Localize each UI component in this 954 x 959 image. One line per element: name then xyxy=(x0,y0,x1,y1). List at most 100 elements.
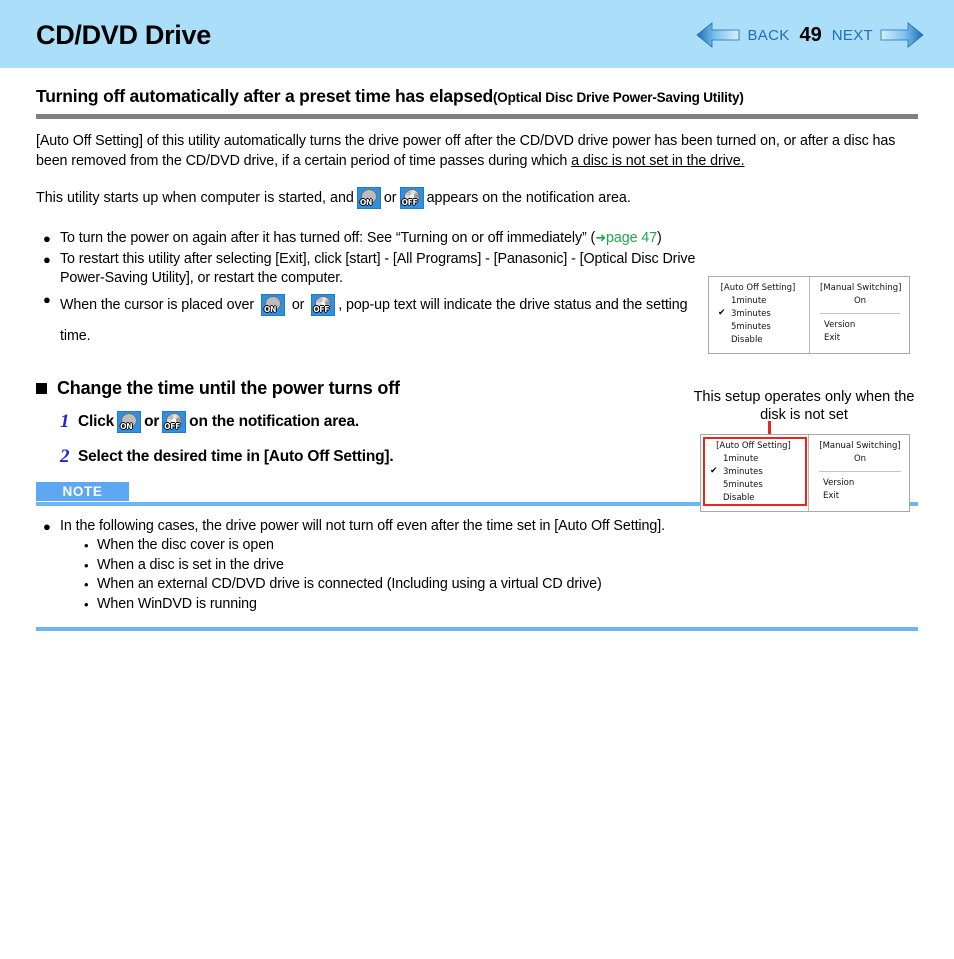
bullet-dot-icon: ● xyxy=(43,518,51,534)
drive-on-icon-label: ON xyxy=(359,198,373,207)
menu-item[interactable]: ✔ 3minutes xyxy=(707,466,800,479)
menu-item[interactable]: ✔ 3minutes xyxy=(715,308,801,321)
note-main-text: In the following cases, the drive power … xyxy=(60,517,665,534)
menu-item-label: 3minutes xyxy=(723,467,763,477)
next-arrow-icon[interactable] xyxy=(880,22,924,48)
intro-paragraph-1: [Auto Off Setting] of this utility autom… xyxy=(36,132,918,171)
bullet-dot-icon: ● xyxy=(43,291,51,307)
menu-item-on[interactable]: On xyxy=(819,453,901,466)
note-sub-text: When an external CD/DVD drive is connect… xyxy=(97,576,602,592)
bullet-text-3-a: When the cursor is placed over xyxy=(60,296,255,313)
note-sub-item: • When an external CD/DVD drive is conne… xyxy=(36,575,918,595)
drive-on-icon: ON xyxy=(260,293,285,316)
note-sub-text: When WinDVD is running xyxy=(97,595,257,612)
menu-item[interactable]: Disable xyxy=(715,334,801,347)
intro-paragraph-1-underlined: a disc is not set in the drive. xyxy=(571,152,745,169)
page-content: Turning off automatically after a preset… xyxy=(0,86,954,631)
step-2-number: 2 xyxy=(60,445,70,467)
page-navigation: BACK 49 NEXT xyxy=(696,22,924,48)
menu-item-label: 1minute xyxy=(731,296,767,306)
menu-item-label: 5minutes xyxy=(731,322,771,332)
check-icon: ✔ xyxy=(718,308,726,318)
menu-separator xyxy=(820,313,900,314)
sub-bullet-icon: • xyxy=(84,596,89,612)
menu-item[interactable]: Disable xyxy=(707,492,800,505)
menu-item[interactable]: 5minutes xyxy=(707,479,800,492)
section-heading: Turning off automatically after a preset… xyxy=(36,86,918,107)
back-label[interactable]: BACK xyxy=(747,27,789,44)
bullet-dot-icon: ● xyxy=(43,251,51,267)
menu-column-auto-off: [Auto Off Setting] 1minute ✔ 3minutes 5m… xyxy=(701,435,808,511)
step-1-text-or: or xyxy=(144,412,160,430)
section-heading-main: Turning off automatically after a preset… xyxy=(36,86,494,106)
menu-item-on[interactable]: On xyxy=(820,295,900,308)
menu-item[interactable]: 5minutes xyxy=(715,321,801,334)
menu-item-version[interactable]: Version xyxy=(820,319,900,332)
menu-title-manual-switching: [Manual Switching] xyxy=(819,441,901,451)
page-link[interactable]: page 47 xyxy=(606,230,657,246)
note-sub-item: • When a disc is set in the drive xyxy=(36,556,918,576)
check-icon: ✔ xyxy=(710,466,718,476)
menu-title-auto-off: [Auto Off Setting] xyxy=(716,441,791,451)
note-sub-text: When the disc cover is open xyxy=(97,537,274,553)
drive-on-icon-label: ON xyxy=(263,304,277,314)
menu-separator xyxy=(819,471,901,472)
drive-on-icon: ON xyxy=(356,187,381,209)
callout-text: This setup operates only when the disk i… xyxy=(693,389,915,423)
menu-column-manual: [Manual Switching] On Version Exit xyxy=(809,277,908,353)
intro-paragraph-1-text: [Auto Off Setting] of this utility autom… xyxy=(36,133,896,169)
drive-on-icon-label: ON xyxy=(120,421,133,431)
step-1-text-a: Click xyxy=(78,412,115,430)
note-body: ● In the following cases, the drive powe… xyxy=(36,517,918,615)
intro-paragraph-2-text-a: This utility starts up when computer is … xyxy=(36,190,354,206)
step-1-text: Click ON or OFF on the notification area… xyxy=(78,410,359,433)
note-bottom-divider xyxy=(36,627,918,631)
sub-bullet-icon: • xyxy=(84,538,89,553)
bullet-text-1-b: ) xyxy=(657,230,662,246)
note-sub-item: • When WinDVD is running xyxy=(36,595,918,615)
drive-off-icon-label: OFF xyxy=(401,198,418,207)
menu-item-label: Disable xyxy=(723,493,755,503)
bullet-text-1-a: To turn the power on again after it has … xyxy=(60,230,596,246)
context-menu-screenshot-2: [Auto Off Setting] 1minute ✔ 3minutes 5m… xyxy=(700,434,910,512)
section-divider xyxy=(36,114,918,119)
menu-item[interactable]: 1minute xyxy=(715,295,801,308)
drive-on-icon[interactable]: ON xyxy=(117,410,142,433)
context-menu-screenshot-1: [Auto Off Setting] 1minute ✔ 3minutes 5m… xyxy=(708,276,910,354)
drive-off-icon: OFF xyxy=(311,293,336,316)
list-item: ● When the cursor is placed over ON or O… xyxy=(36,290,696,352)
intro-paragraph-2-or: or xyxy=(383,190,397,206)
note-sub-text: When a disc is set in the drive xyxy=(97,556,284,573)
menu-item-version[interactable]: Version xyxy=(819,477,901,490)
page-title: CD/DVD Drive xyxy=(36,20,211,50)
intro-paragraph-2-text-b: appears on the notification area. xyxy=(426,190,631,206)
note-sub-item: • When the disc cover is open xyxy=(36,536,918,556)
intro-paragraph-2: This utility starts up when computer is … xyxy=(36,185,918,211)
menu-item-label: 1minute xyxy=(723,454,759,464)
menu-item[interactable]: 1minute xyxy=(707,453,800,466)
page-number: 49 xyxy=(799,23,822,46)
menu-item-exit[interactable]: Exit xyxy=(819,490,901,503)
sub-bullet-icon: • xyxy=(84,577,89,592)
menu-item-label: 5minutes xyxy=(723,480,763,490)
menu-item-label: Disable xyxy=(731,335,763,345)
drive-off-icon-label: OFF xyxy=(164,421,181,431)
menu-column-manual: [Manual Switching] On Version Exit xyxy=(808,435,909,511)
drive-off-icon[interactable]: OFF xyxy=(162,410,187,433)
menu-title-auto-off: [Auto Off Setting] xyxy=(720,283,796,293)
bullet-text-3: When the cursor is placed over ON or OFF… xyxy=(60,290,696,352)
drive-off-icon: OFF xyxy=(399,187,424,209)
subsection-heading-label: Change the time until the power turns of… xyxy=(57,377,400,398)
step-1-number: 1 xyxy=(60,410,70,432)
menu-column-auto-off: [Auto Off Setting] 1minute ✔ 3minutes 5m… xyxy=(709,277,809,353)
menu-item-exit[interactable]: Exit xyxy=(820,332,900,345)
section-heading-sub: (Optical Disc Drive Power-Saving Utility… xyxy=(493,90,744,105)
note-badge: NOTE xyxy=(36,481,129,501)
next-label[interactable]: NEXT xyxy=(832,27,873,44)
back-arrow-icon[interactable] xyxy=(696,22,740,48)
sub-bullet-icon: • xyxy=(84,557,89,573)
step-1-text-b: on the notification area. xyxy=(189,412,359,430)
note-main-line: ● In the following cases, the drive powe… xyxy=(36,517,918,537)
bullet-text-3-or: or xyxy=(291,296,305,313)
square-bullet-icon xyxy=(36,382,47,394)
